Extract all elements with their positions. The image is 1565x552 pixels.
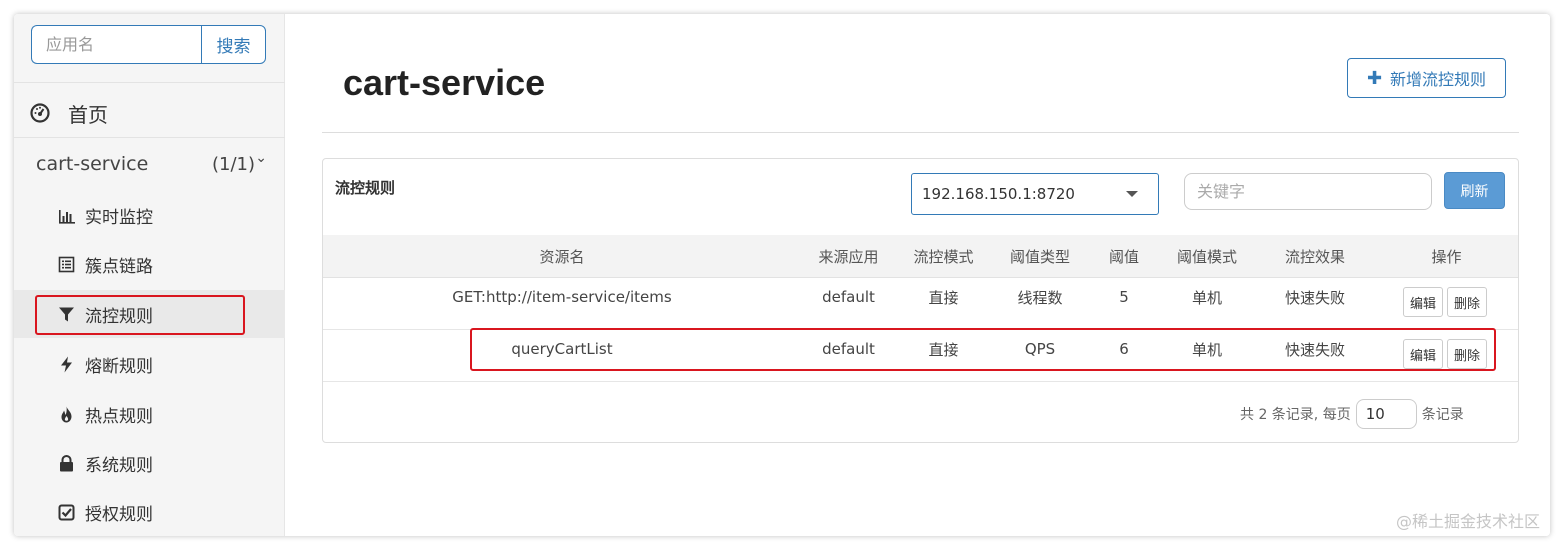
- sidebar-item-label: 授权规则: [85, 504, 153, 525]
- machine-count: (1/1): [211, 153, 255, 175]
- page-size-input[interactable]: [1355, 399, 1417, 429]
- sidebar-item-flow-rules[interactable]: 流控规则: [14, 290, 285, 338]
- add-flow-rule-button[interactable]: ✚ 新增流控规则: [1347, 58, 1506, 98]
- table-row: queryCartList default 直接 QPS 6 单机 快速失败 编…: [323, 331, 1518, 382]
- sidebar-item-label: 热点规则: [85, 406, 153, 427]
- sidebar-item-label: 系统规则: [85, 455, 153, 476]
- plus-icon: ✚: [1366, 67, 1383, 89]
- filter-icon: [59, 307, 74, 321]
- sidebar-item-label: 实时监控: [85, 207, 153, 228]
- row-actions: 编辑 删除: [1399, 339, 1491, 369]
- panel-title: 流控规则: [335, 179, 396, 197]
- edit-button[interactable]: 编辑: [1403, 339, 1444, 369]
- sidebar-item-cluster-link[interactable]: 簇点链路: [14, 240, 285, 288]
- sidebar-item-label: 簇点链路: [85, 256, 153, 277]
- column-header: 阈值类型: [1009, 248, 1070, 266]
- refresh-button[interactable]: 刷新: [1444, 172, 1505, 209]
- check-square-icon: [58, 504, 75, 520]
- add-flow-rule-label: 新增流控规则: [1390, 70, 1487, 89]
- home-link[interactable]: 首页: [14, 89, 285, 137]
- threshold: 5: [1119, 288, 1129, 306]
- bolt-icon: [61, 356, 72, 372]
- column-header: 阈值模式: [1176, 248, 1237, 266]
- caret-down-icon: [1126, 191, 1138, 197]
- delete-button[interactable]: 删除: [1447, 287, 1488, 317]
- flow-mode: 直接: [928, 288, 959, 307]
- sidebar-item-label: 流控规则: [85, 306, 153, 327]
- app-window: 搜索 首页 cart-service (1/1) ⌄: [14, 14, 1550, 536]
- lock-icon: [60, 454, 73, 471]
- flow-mode: 直接: [928, 340, 959, 359]
- chevron-down-icon: ⌄: [255, 150, 267, 166]
- table-row: GET:http://item-service/items default 直接…: [323, 279, 1518, 330]
- app-group-cart-service[interactable]: cart-service (1/1) ⌄: [14, 144, 285, 184]
- sidebar-item-label: 熔断规则: [85, 356, 153, 377]
- app-name: cart-service: [36, 153, 149, 175]
- page-title: cart-service: [343, 62, 546, 103]
- column-header: 流控效果: [1284, 248, 1345, 266]
- home-label: 首页: [68, 102, 108, 127]
- machine-select[interactable]: 192.168.150.1:8720: [911, 173, 1159, 215]
- flow-rules-panel: 流控规则 192.168.150.1:8720 刷新 资源名 来源应用 流控模式…: [322, 158, 1519, 443]
- bar-chart-icon: [59, 209, 75, 224]
- search-button[interactable]: 搜索: [201, 25, 266, 64]
- pagination-total: 共 2 条记录, 每页: [1240, 407, 1351, 423]
- sidebar: 搜索 首页 cart-service (1/1) ⌄: [14, 14, 285, 536]
- machine-select-value: 192.168.150.1:8720: [922, 185, 1075, 203]
- main-content: cart-service ✚ 新增流控规则 流控规则 192.168.150.1…: [286, 14, 1550, 536]
- row-actions: 编辑 删除: [1399, 287, 1491, 317]
- limit-app: default: [822, 288, 875, 306]
- fire-icon: [61, 406, 72, 422]
- app-search: 搜索: [31, 25, 266, 64]
- title-divider: [322, 132, 1519, 133]
- list-icon: [58, 256, 75, 272]
- column-header: 流控模式: [913, 248, 974, 266]
- column-header: 资源名: [539, 248, 585, 266]
- sidebar-item-system-rules[interactable]: 系统规则: [14, 439, 285, 487]
- divider: [14, 137, 285, 138]
- threshold-mode: 单机: [1191, 340, 1222, 359]
- limit-app: default: [822, 340, 875, 358]
- control-effect: 快速失败: [1284, 288, 1345, 307]
- threshold-type: 线程数: [1017, 288, 1063, 307]
- table-header: 资源名 来源应用 流控模式 阈值类型 阈值 阈值模式 流控效果 操作: [323, 235, 1518, 278]
- app-search-input[interactable]: [31, 25, 201, 64]
- column-header: 操作: [1431, 248, 1462, 266]
- threshold-mode: 单机: [1191, 288, 1222, 307]
- sidebar-item-degrade-rules[interactable]: 熔断规则: [14, 340, 285, 388]
- threshold-type: QPS: [1024, 340, 1056, 358]
- sidebar-item-authority-rules[interactable]: 授权规则: [14, 488, 285, 536]
- control-effect: 快速失败: [1284, 340, 1345, 359]
- keyword-search-input[interactable]: [1184, 173, 1432, 210]
- edit-button[interactable]: 编辑: [1403, 287, 1444, 317]
- pagination-suffix: 条记录: [1421, 407, 1464, 423]
- delete-button[interactable]: 删除: [1447, 339, 1488, 369]
- column-header: 来源应用: [818, 248, 879, 266]
- dashboard-icon: [30, 103, 50, 123]
- column-header: 阈值: [1108, 248, 1139, 266]
- resource-name: GET:http://item-service/items: [452, 288, 672, 306]
- divider: [14, 82, 285, 83]
- sidebar-item-hotspot-rules[interactable]: 热点规则: [14, 390, 285, 438]
- sidebar-item-realtime-monitor[interactable]: 实时监控: [14, 191, 285, 239]
- pagination: 共 2 条记录, 每页 条记录: [1240, 399, 1464, 429]
- watermark: @稀土掘金技术社区: [1395, 512, 1540, 531]
- threshold: 6: [1119, 340, 1129, 358]
- resource-name: queryCartList: [511, 340, 613, 358]
